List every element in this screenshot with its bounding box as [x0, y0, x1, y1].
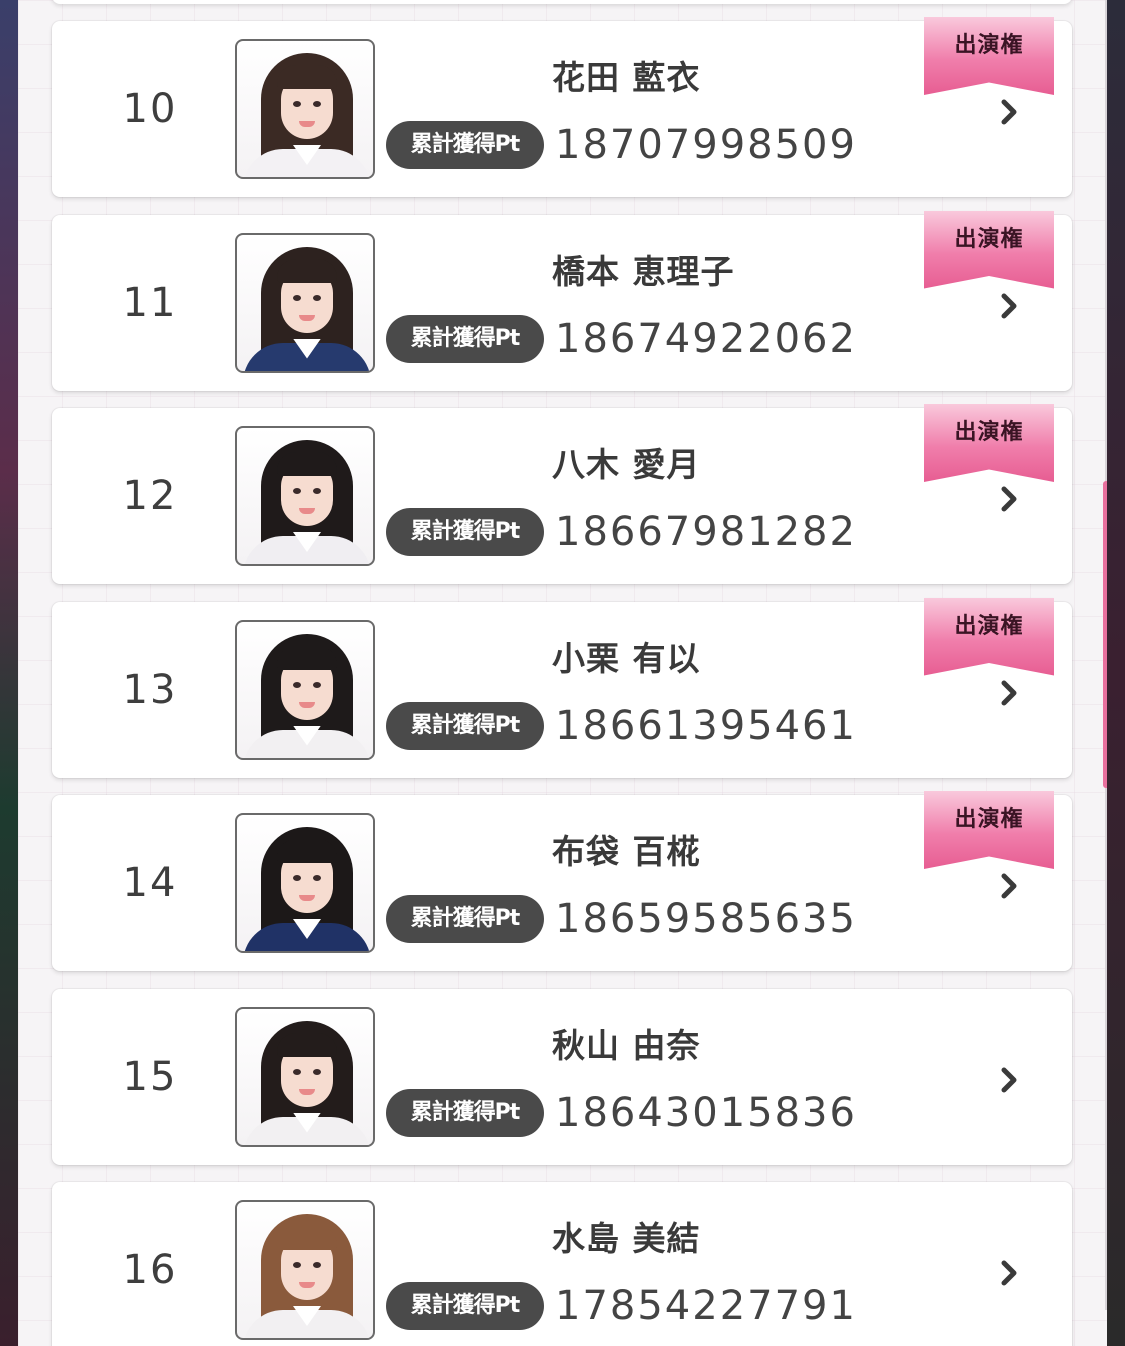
member-photo [235, 1200, 375, 1340]
points-value: 18661395461 [555, 702, 857, 749]
photo-bangs [277, 65, 337, 89]
chevron-right-icon[interactable] [994, 97, 1024, 127]
rank-number: 12 [122, 473, 178, 519]
performance-rights-ribbon: 出演権 [924, 791, 1054, 869]
photo-bangs [277, 1032, 337, 1057]
photo-bangs [277, 839, 337, 863]
background-left [0, 0, 18, 1346]
ranking-card[interactable]: 15 秋山 由奈 累計獲得Pt 18643015836 [52, 988, 1072, 1165]
ranking-card[interactable]: 14 布袋 百椛 累計獲得Pt 18659585635 出演権 [52, 791, 1072, 971]
member-photo [235, 426, 375, 566]
photo-eye [293, 294, 301, 301]
rank-number: 13 [122, 666, 178, 713]
points-value: 18707998509 [555, 122, 857, 168]
rank-number: 11 [122, 279, 178, 326]
rank-number: 10 [122, 86, 178, 132]
photo-eye [313, 101, 321, 107]
points-label-badge: 累計獲得Pt [386, 895, 544, 943]
photo-mouth [299, 701, 315, 708]
photo-eye [313, 1262, 321, 1268]
photo-eye [293, 1262, 301, 1268]
member-name: 花田 藍衣 [552, 58, 701, 97]
ribbon-label: 出演権 [954, 613, 1024, 639]
rank-number: 14 [122, 860, 178, 906]
member-photo [235, 232, 375, 373]
background-right [1107, 0, 1125, 1346]
performance-rights-ribbon: 出演権 [924, 17, 1054, 95]
points-value: 18643015836 [555, 1089, 857, 1136]
member-photo [235, 619, 375, 760]
photo-eye [313, 1068, 321, 1075]
ranking-card[interactable]: 11 橋本 恵理子 累計獲得Pt 18674922062 出演権 [52, 210, 1072, 391]
photo-mouth [299, 314, 315, 321]
photo-bangs [277, 452, 337, 476]
chevron-right-icon[interactable] [994, 484, 1024, 514]
points-label-badge: 累計獲得Pt [386, 121, 544, 169]
ribbon-label: 出演権 [954, 226, 1024, 252]
performance-rights-ribbon: 出演権 [924, 404, 1054, 482]
ribbon-label: 出演権 [954, 807, 1024, 832]
chevron-right-icon[interactable] [994, 678, 1024, 708]
member-name: 橋本 恵理子 [552, 251, 735, 291]
member-name: 八木 愛月 [552, 445, 701, 484]
points-label-badge: 累計獲得Pt [386, 1088, 544, 1137]
ribbon-label: 出演権 [954, 420, 1024, 445]
photo-eye [313, 681, 321, 688]
chevron-right-icon[interactable] [994, 871, 1024, 901]
points-value: 18659585635 [555, 896, 857, 942]
points-label-badge: 累計獲得Pt [386, 314, 544, 363]
previous-card-edge [52, 0, 1072, 4]
chevron-right-icon[interactable] [994, 1258, 1024, 1288]
member-photo [235, 1006, 375, 1147]
performance-rights-ribbon: 出演権 [924, 210, 1054, 289]
photo-eye [313, 294, 321, 301]
photo-eye [293, 488, 301, 494]
performance-rights-ribbon: 出演権 [924, 597, 1054, 676]
member-name: 秋山 由奈 [552, 1025, 701, 1065]
points-value: 17854227791 [555, 1283, 857, 1329]
photo-eye [313, 875, 321, 881]
ribbon-label: 出演権 [954, 33, 1024, 58]
ranking-panel: 10 花田 藍衣 累計獲得Pt 18707998509 出演権 11 橋本 恵理… [18, 0, 1107, 1346]
points-label-badge: 累計獲得Pt [386, 1282, 544, 1330]
photo-bangs [277, 258, 337, 283]
scrollbar[interactable] [1103, 0, 1107, 1346]
member-name: 小栗 有以 [552, 638, 701, 678]
points-value: 18674922062 [555, 315, 857, 362]
ranking-card[interactable]: 13 小栗 有以 累計獲得Pt 18661395461 出演権 [52, 597, 1072, 778]
member-photo [235, 39, 375, 179]
chevron-right-icon[interactable] [994, 1065, 1024, 1095]
member-name: 布袋 百椛 [552, 832, 701, 871]
rank-number: 16 [122, 1247, 178, 1293]
chevron-right-icon[interactable] [994, 291, 1024, 321]
photo-mouth [299, 1088, 315, 1095]
photo-eye [293, 681, 301, 688]
photo-bangs [277, 645, 337, 670]
points-label-badge: 累計獲得Pt [386, 508, 544, 556]
ranking-card[interactable]: 10 花田 藍衣 累計獲得Pt 18707998509 出演権 [52, 17, 1072, 197]
member-photo [235, 813, 375, 953]
scrollbar-thumb[interactable] [1103, 481, 1107, 788]
points-value: 18667981282 [555, 509, 857, 555]
photo-bangs [277, 1226, 337, 1250]
photo-eye [293, 101, 301, 107]
photo-eye [313, 488, 321, 494]
points-label-badge: 累計獲得Pt [386, 701, 544, 750]
ranking-card[interactable]: 12 八木 愛月 累計獲得Pt 18667981282 出演権 [52, 404, 1072, 584]
photo-eye [293, 1068, 301, 1075]
ranking-card[interactable]: 16 水島 美結 累計獲得Pt 17854227791 [52, 1182, 1072, 1346]
member-name: 水島 美結 [552, 1219, 701, 1258]
photo-eye [293, 875, 301, 881]
rank-number: 15 [122, 1053, 178, 1100]
